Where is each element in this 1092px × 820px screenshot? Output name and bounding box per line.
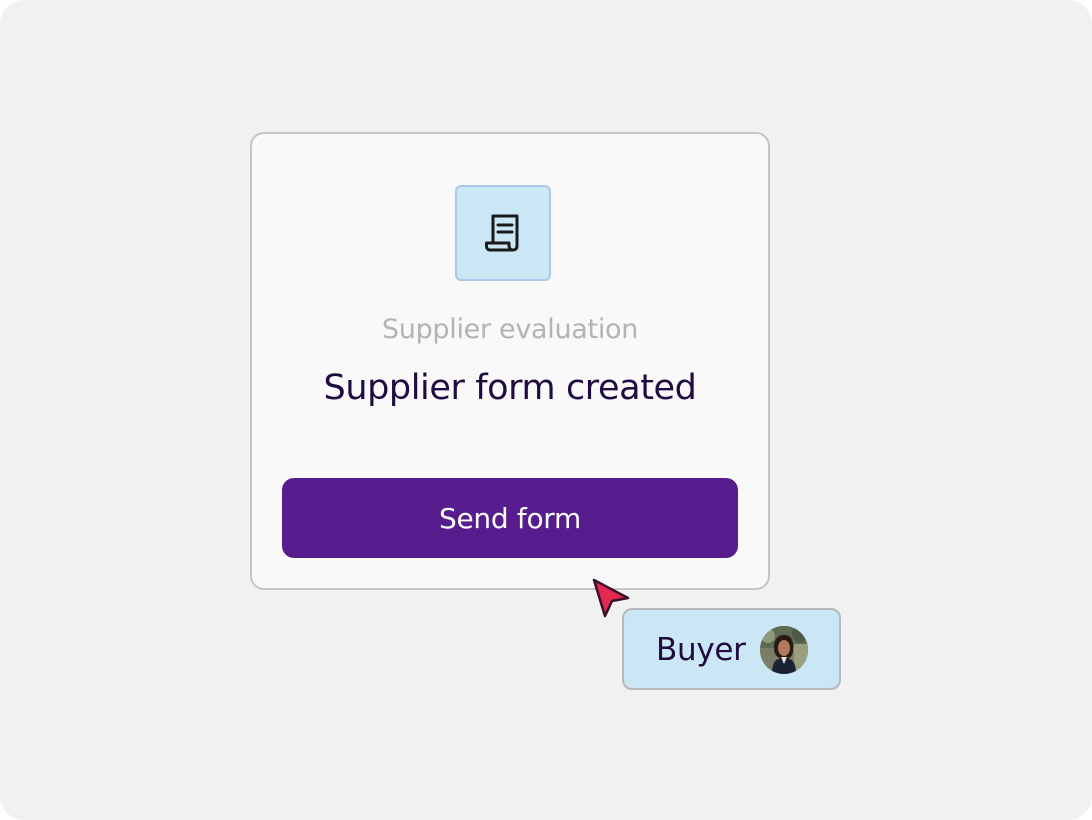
document-icon-tile: [455, 185, 551, 281]
document-icon: [484, 213, 522, 253]
buyer-label: Buyer: [656, 632, 746, 668]
canvas: Supplier evaluation Supplier form create…: [0, 0, 1092, 820]
buyer-chip[interactable]: Buyer: [622, 608, 841, 690]
send-form-button[interactable]: Send form: [282, 478, 738, 558]
user-avatar: [760, 626, 808, 674]
card-subtitle: Supplier evaluation: [381, 314, 639, 345]
card-title: Supplier form created: [323, 368, 697, 408]
form-card: Supplier evaluation Supplier form create…: [250, 132, 770, 590]
